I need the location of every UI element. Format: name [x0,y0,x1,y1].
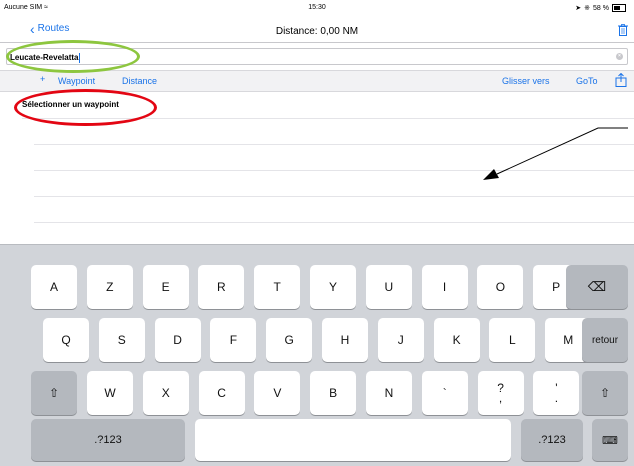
key-h[interactable]: H [322,318,368,362]
key-x[interactable]: X [142,371,189,415]
key-r[interactable]: R [198,265,245,309]
key-apostrophe-period[interactable]: '. [533,371,580,415]
key-y-label: Y [328,280,337,294]
key-a-label: A [49,280,58,294]
key-b[interactable]: B [310,371,357,415]
numbers-key-right-label: .?123 [538,434,566,446]
numbers-key-left-label: .?123 [94,434,122,446]
key-a[interactable]: A [31,265,77,309]
key-t[interactable]: T [254,265,301,309]
key-f-label: F [229,333,238,347]
key-q[interactable]: Q [43,318,89,362]
shift-key-left[interactable]: ⇧ [31,371,77,415]
key-e[interactable]: E [142,265,189,309]
key-j-label: J [397,333,404,347]
key-l-label: L [509,333,516,347]
key-d[interactable]: D [154,318,201,362]
space-bar[interactable] [195,419,511,461]
numbers-key-left[interactable]: .?123 [31,419,185,461]
key-u[interactable]: U [365,265,412,309]
key-n[interactable]: N [366,371,412,415]
key-y[interactable]: Y [310,265,356,309]
key-b-label: B [329,386,338,400]
key-d-label: D [173,333,182,347]
key-o-label: O [495,280,506,294]
key-x-label: X [161,386,170,400]
key-r-label: R [217,280,226,294]
key-t-label: T [273,280,281,294]
key-p-label: P [552,280,561,294]
key-w[interactable]: W [87,371,133,415]
dismiss-keyboard-key[interactable]: ⌨ [592,419,628,461]
key-q-label: Q [61,333,71,347]
keyboard: A Z E R T Y U I O P ⌫ Q S D F G H J K L Mretour ⇧ W X C V B N `?, '. ⇧… [0,244,634,466]
numbers-key-right[interactable]: .?123 [521,419,583,461]
key-s[interactable]: S [98,318,145,362]
key-i[interactable]: I [421,265,468,309]
backspace-icon: ⌫ [587,279,607,294]
apostrophe-period-label: '. [554,381,559,405]
shift-icon: ⇧ [48,386,60,400]
return-key[interactable]: retour [582,318,628,362]
key-l[interactable]: L [489,318,536,362]
key-h-label: H [340,333,350,347]
key-z[interactable]: Z [86,265,133,309]
key-k[interactable]: K [433,318,480,362]
key-backtick-label: ` [442,386,447,400]
return-key-label: retour [591,334,619,346]
shift-icon: ⇧ [599,386,611,400]
key-o[interactable]: O [477,265,524,309]
key-z-label: Z [106,280,114,294]
key-k-label: K [452,333,461,347]
key-c[interactable]: C [198,371,245,415]
key-e-label: E [161,280,170,294]
question-comma-label: ?, [497,381,504,405]
key-v[interactable]: V [254,371,301,415]
annotation-arrow [483,127,628,180]
key-backtick[interactable]: ` [421,371,468,415]
key-v-label: V [273,386,282,400]
key-w-label: W [104,386,116,400]
key-n-label: N [384,386,394,400]
key-f[interactable]: F [210,318,257,362]
key-u-label: U [384,280,394,294]
delete-key[interactable]: ⌫ [566,265,628,309]
key-question-comma[interactable]: ?, [477,371,524,415]
shift-key-right[interactable]: ⇧ [582,371,628,415]
key-g[interactable]: G [266,318,313,362]
key-g-label: G [284,333,294,347]
key-c-label: C [217,386,226,400]
key-i-label: I [442,280,447,294]
keyboard-icon: ⌨ [602,434,618,447]
key-j[interactable]: J [377,318,424,362]
key-m-label: M [563,333,574,347]
key-s-label: S [117,333,126,347]
